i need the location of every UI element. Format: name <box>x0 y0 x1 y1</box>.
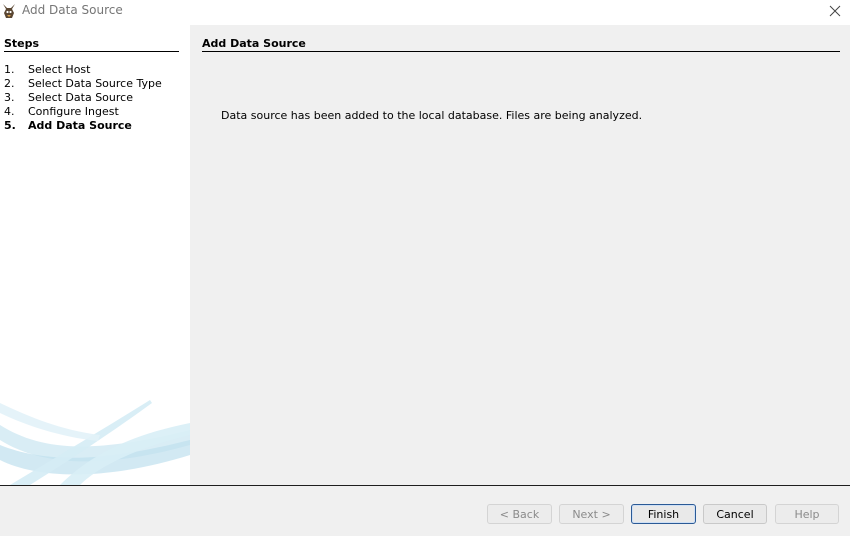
decorative-swoosh-graphic <box>0 400 190 485</box>
step-number: 2. <box>4 77 15 90</box>
title-bar: Add Data Source <box>0 0 850 25</box>
close-icon <box>829 5 841 17</box>
step-item-select-data-source-type: 2. Select Data Source Type <box>4 77 162 91</box>
steps-heading: Steps <box>4 37 179 52</box>
cancel-button[interactable]: Cancel <box>703 504 767 524</box>
step-item-configure-ingest: 4. Configure Ingest <box>4 105 162 119</box>
status-message: Data source has been added to the local … <box>221 109 643 122</box>
step-label: Select Data Source <box>28 91 133 104</box>
page-title: Add Data Source <box>202 37 840 52</box>
steps-list: 1. Select Host 2. Select Data Source Type … <box>4 63 162 133</box>
step-item-add-data-source: 5. Add Data Source <box>4 119 162 133</box>
help-button[interactable]: Help <box>775 504 839 524</box>
step-item-select-host: 1. Select Host <box>4 63 162 77</box>
finish-button[interactable]: Finish <box>631 504 696 524</box>
close-button[interactable] <box>820 0 850 22</box>
step-item-select-data-source: 3. Select Data Source <box>4 91 162 105</box>
step-label: Configure Ingest <box>28 105 119 118</box>
step-number: 5. <box>4 119 16 132</box>
back-button[interactable]: < Back <box>487 504 552 524</box>
next-button[interactable]: Next > <box>559 504 624 524</box>
divider <box>0 485 850 486</box>
step-label: Add Data Source <box>28 119 132 132</box>
step-number: 4. <box>4 105 15 118</box>
step-label: Select Data Source Type <box>28 77 162 90</box>
step-label: Select Host <box>28 63 91 76</box>
steps-panel: Steps 1. Select Host 2. Select Data Source… <box>0 25 190 485</box>
window-title: Add Data Source <box>22 3 123 17</box>
step-number: 1. <box>4 63 15 76</box>
autopsy-dog-icon <box>3 4 15 18</box>
step-number: 3. <box>4 91 15 104</box>
